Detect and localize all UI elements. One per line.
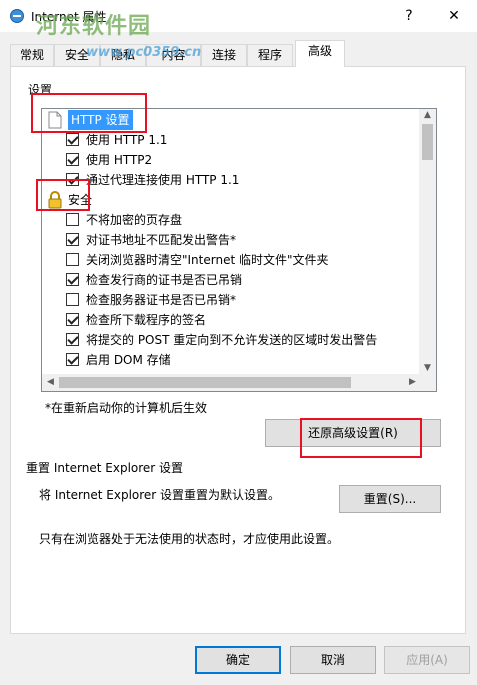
checkbox[interactable] xyxy=(66,233,79,246)
vertical-scrollbar[interactable]: ▲ ▼ xyxy=(419,109,436,374)
close-button[interactable]: ✕ xyxy=(440,4,468,28)
setting-label: 检查服务器证书是否已吊销* xyxy=(86,293,237,307)
checkbox[interactable] xyxy=(66,153,79,166)
tab-advanced[interactable]: 高级 xyxy=(295,40,345,67)
watermark-url: www.pc0359.cn xyxy=(86,45,202,60)
padlock-icon xyxy=(48,191,62,209)
restore-advanced-button[interactable]: 还原高级设置(R) xyxy=(265,419,441,447)
horizontal-scroll-thumb[interactable] xyxy=(59,377,351,388)
checkbox[interactable] xyxy=(66,173,79,186)
setting-label: 使用 HTTP2 xyxy=(86,153,153,167)
apply-button[interactable]: 应用(A) xyxy=(384,646,470,674)
setting-label: 使用 HTTP 1.1 xyxy=(86,133,168,147)
setting-label: 对证书地址不匹配发出警告* xyxy=(86,233,237,247)
settings-tree[interactable]: HTTP 设置 使用 HTTP 1.1 使用 HTTP2 通过代理连接使用 HT… xyxy=(41,108,437,392)
help-button[interactable]: ? xyxy=(395,4,423,28)
reset-heading: 重置 Internet Explorer 设置 xyxy=(26,461,184,475)
checkbox[interactable] xyxy=(66,133,79,146)
horizontal-scrollbar[interactable]: ◀ ▶ xyxy=(42,374,436,391)
scroll-up-icon[interactable]: ▲ xyxy=(419,110,436,120)
watermark-logo: 河东软件园 xyxy=(36,13,152,39)
reset-note: 只有在浏览器处于无法使用的状态时，才应使用此设置。 xyxy=(39,532,340,546)
checkbox[interactable] xyxy=(66,293,79,306)
setting-label: 将提交的 POST 重定向到不允许发送的区域时发出警告 xyxy=(86,333,378,347)
checkbox[interactable] xyxy=(66,333,79,346)
reset-description: 将 Internet Explorer 设置重置为默认设置。 xyxy=(39,488,281,502)
settings-group-label: 设置 xyxy=(28,83,53,97)
setting-label: 不将加密的页存盘 xyxy=(86,213,183,227)
scroll-corner xyxy=(419,374,436,391)
setting-label: 关闭浏览器时清空"Internet 临时文件"文件夹 xyxy=(86,253,329,267)
category-security-label: 安全 xyxy=(68,193,93,207)
setting-label: 通过代理连接使用 HTTP 1.1 xyxy=(86,173,240,187)
restart-note: *在重新启动你的计算机后生效 xyxy=(45,401,208,415)
checkbox[interactable] xyxy=(66,213,79,226)
scroll-left-icon[interactable]: ◀ xyxy=(42,377,59,387)
setting-label: 启用 DOM 存储 xyxy=(86,353,171,367)
checkbox[interactable] xyxy=(66,253,79,266)
category-http-label: HTTP 设置 xyxy=(68,110,133,130)
scroll-down-icon[interactable]: ▼ xyxy=(419,363,436,373)
checkbox[interactable] xyxy=(66,273,79,286)
document-icon xyxy=(48,111,62,129)
cancel-button[interactable]: 取消 xyxy=(290,646,376,674)
vertical-scroll-thumb[interactable] xyxy=(422,124,433,160)
advanced-panel: 设置 HTTP 设置 使用 HTTP 1.1 使用 HTTP2 通过代理连接使用… xyxy=(10,66,466,634)
tab-general[interactable]: 常规 xyxy=(10,44,54,66)
checkbox[interactable] xyxy=(66,313,79,326)
ok-button[interactable]: 确定 xyxy=(195,646,281,674)
tab-programs[interactable]: 程序 xyxy=(247,44,293,66)
setting-label: 检查发行商的证书是否已吊销 xyxy=(86,273,243,287)
tab-connections[interactable]: 连接 xyxy=(201,44,247,66)
reset-button[interactable]: 重置(S)... xyxy=(339,485,441,513)
internet-options-icon xyxy=(10,9,24,23)
setting-label: 检查所下载程序的签名 xyxy=(86,313,207,327)
checkbox[interactable] xyxy=(66,353,79,366)
